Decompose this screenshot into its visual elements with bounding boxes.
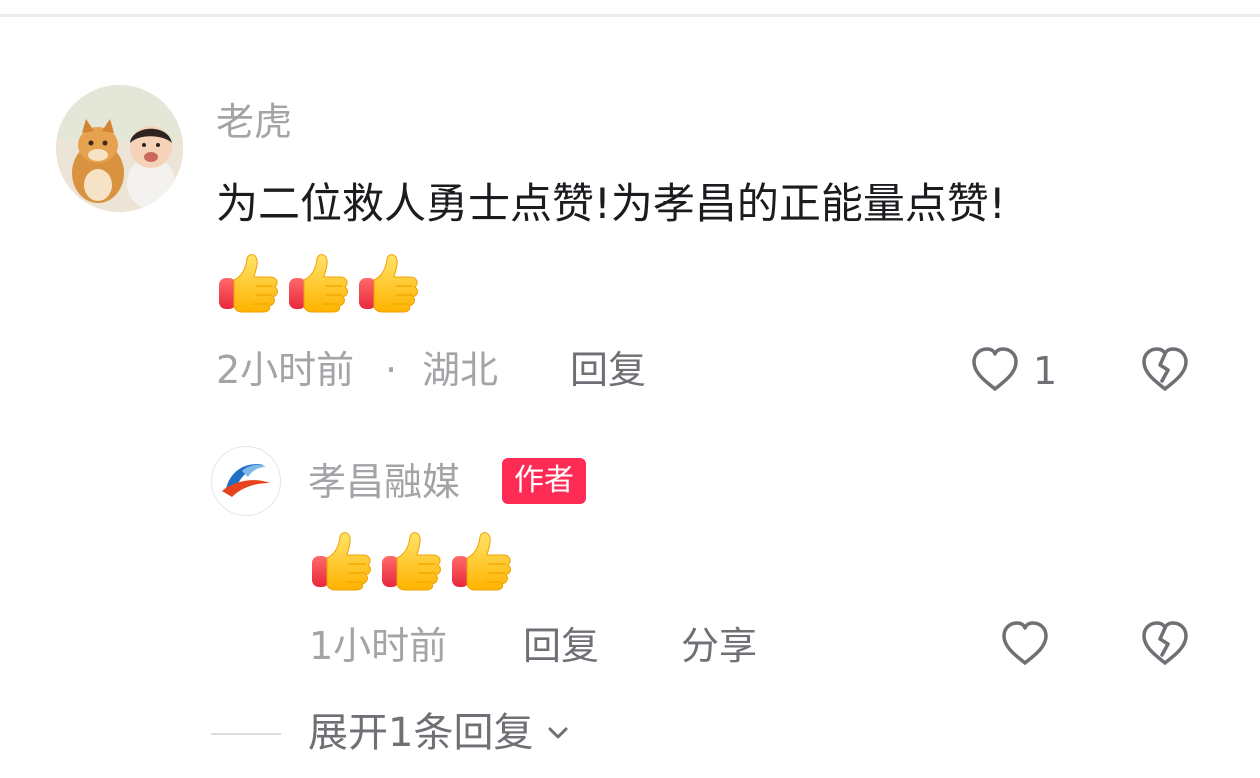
comment-username[interactable]: 老虎 [216, 100, 292, 144]
avatar-image [56, 85, 183, 212]
comment-location: 湖北 [422, 348, 499, 392]
thumbs-up-icon [449, 528, 513, 592]
expand-divider [211, 733, 281, 735]
chevron-down-icon [548, 727, 568, 739]
top-divider [0, 14, 1260, 17]
thumbs-up-icon [216, 250, 280, 314]
reply-time: 1小时前 [309, 624, 448, 668]
like-count: 1 [1033, 349, 1058, 393]
reply-avatar[interactable] [211, 446, 281, 516]
expand-replies-button[interactable]: 展开1条回复 [308, 708, 571, 758]
thumbs-up-icon [379, 528, 443, 592]
dislike-broken-heart-icon[interactable] [1138, 343, 1192, 397]
thumbs-up-icon [286, 250, 350, 314]
comment-time: 2小时前 [216, 348, 355, 392]
thumbs-up-icon [356, 250, 420, 314]
reply-username[interactable]: 孝昌融媒 [308, 460, 460, 504]
reply-reply-button[interactable]: 回复 [523, 624, 599, 668]
reply-like-heart-icon[interactable] [998, 617, 1052, 671]
avatar[interactable] [56, 85, 183, 212]
comment-emoji-row [216, 250, 420, 314]
comment-text: 为二位救人勇士点赞!为孝昌的正能量点赞! [216, 179, 1006, 228]
like-heart-icon[interactable] [968, 343, 1022, 397]
xiaochang-media-logo [213, 448, 279, 514]
share-button[interactable]: 分享 [681, 624, 757, 668]
author-badge: 作者 [502, 458, 586, 504]
thumbs-up-icon [309, 528, 373, 592]
expand-replies-label: 展开1条回复 [308, 710, 534, 756]
reply-button[interactable]: 回复 [570, 348, 646, 392]
reply-dislike-broken-heart-icon[interactable] [1138, 617, 1192, 671]
meta-separator: · [385, 348, 398, 392]
reply-emoji-row [309, 528, 513, 592]
